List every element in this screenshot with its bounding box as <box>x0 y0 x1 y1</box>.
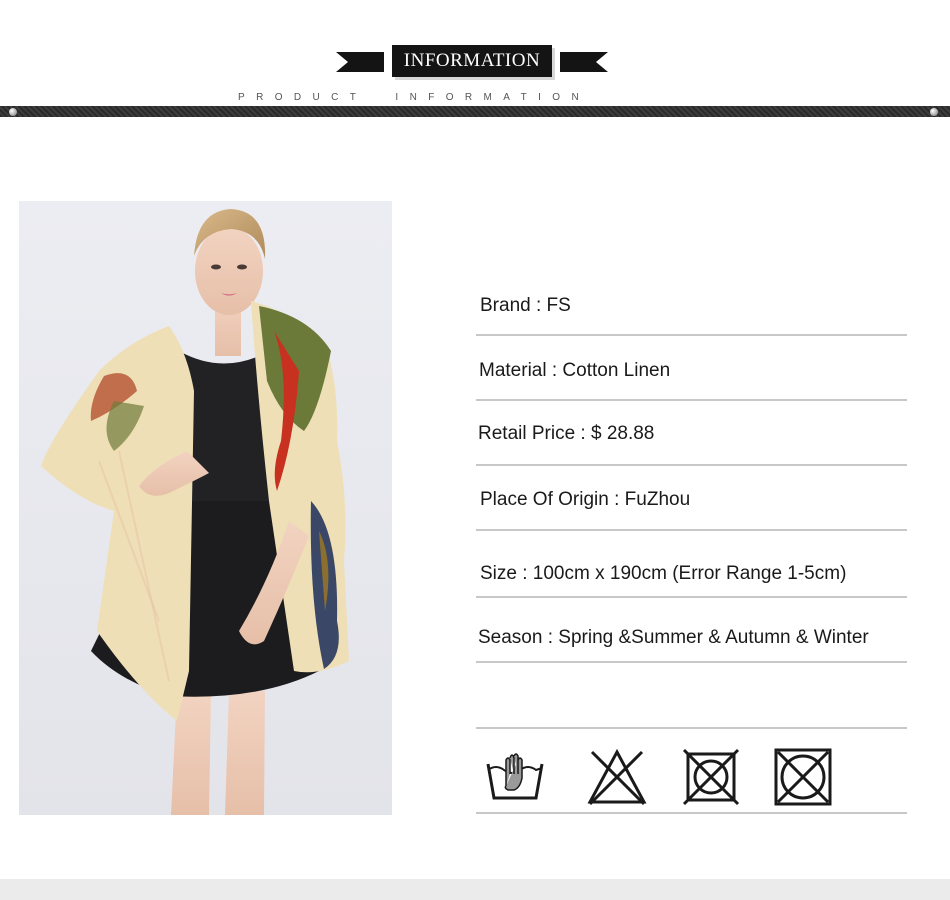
section-subtitle: PRODUCT INFORMATION <box>238 92 591 103</box>
hand-wash-icon <box>486 753 544 800</box>
product-photo <box>19 201 392 815</box>
divider-line <box>476 727 907 729</box>
header-divider-bar <box>0 106 950 117</box>
place-of-origin-text: Place Of Origin : FuZhou <box>480 489 691 510</box>
info-row-retail-price: Retail Price : $ 28.88 <box>476 398 907 466</box>
info-row-place-of-origin: Place Of Origin : FuZhou <box>476 463 907 531</box>
size-text: Size : 100cm x 190cm (Error Range 1-5cm) <box>480 563 847 584</box>
season-text: Season : Spring &Summer & Autumn & Winte… <box>478 627 869 648</box>
brand-text: Brand : FS <box>480 295 571 316</box>
care-instructions <box>476 740 907 814</box>
left-rivet-icon <box>9 108 17 116</box>
no-bleach-icon <box>587 748 647 806</box>
right-rivet-icon <box>930 108 938 116</box>
info-row-brand: Brand : FS <box>476 268 907 336</box>
no-tumble-dry-icon <box>682 748 740 806</box>
footer-band <box>0 879 950 900</box>
info-row-material: Material : Cotton Linen <box>476 333 907 401</box>
retail-price-text: Retail Price : $ 28.88 <box>478 423 655 444</box>
no-dry-clean-icon <box>774 748 832 806</box>
left-ribbon-decoration <box>336 52 384 72</box>
right-ribbon-decoration <box>560 52 608 72</box>
info-row-season: Season : Spring &Summer & Autumn & Winte… <box>476 595 907 663</box>
section-header: INFORMATION PRODUCT INFORMATION <box>0 0 950 125</box>
info-row-size: Size : 100cm x 190cm (Error Range 1-5cm) <box>476 530 907 598</box>
section-title: INFORMATION <box>392 45 552 77</box>
material-text: Material : Cotton Linen <box>479 360 671 381</box>
model-wearing-scarf-photo <box>19 201 392 815</box>
